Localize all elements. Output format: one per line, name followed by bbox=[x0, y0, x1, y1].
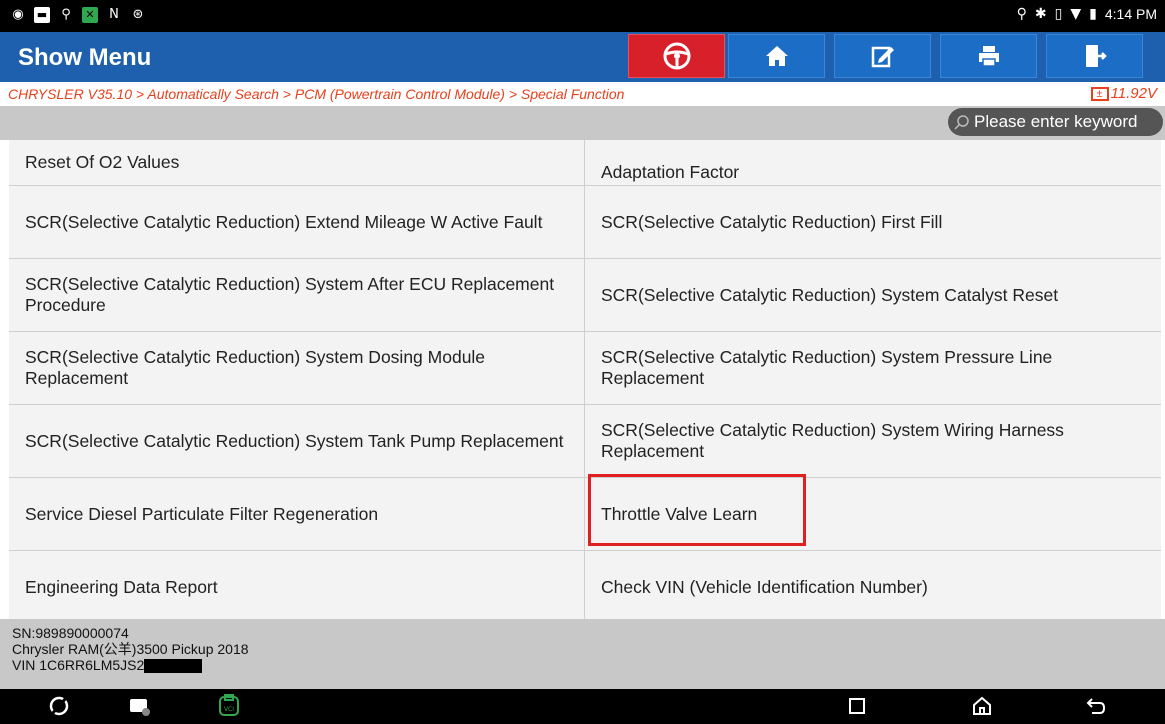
steering-wheel-icon bbox=[663, 42, 690, 70]
menu-row: Reset Of O2 Values Adaptation Factor bbox=[9, 140, 1161, 186]
vehicle-info-bar: SN:989890000074 Chrysler RAM(公羊)3500 Pic… bbox=[0, 619, 1165, 689]
menu-item[interactable]: SCR(Selective Catalytic Reduction) Syste… bbox=[9, 259, 585, 331]
menu-row: Service Diesel Particulate Filter Regene… bbox=[9, 478, 1161, 551]
menu-item[interactable]: SCR(Selective Catalytic Reduction) Syste… bbox=[9, 405, 585, 477]
svg-text:VCI: VCI bbox=[224, 706, 234, 713]
app-notification-icon: ✕ bbox=[82, 7, 98, 23]
vehicle-info: SN:989890000074 Chrysler RAM(公羊)3500 Pic… bbox=[12, 625, 249, 674]
menu-item[interactable]: SCR(Selective Catalytic Reduction) Syste… bbox=[585, 332, 1161, 404]
clock: 4:14 PM bbox=[1104, 6, 1157, 22]
recents-icon[interactable] bbox=[844, 693, 870, 719]
function-menu-grid: Reset Of O2 Values Adaptation Factor SCR… bbox=[9, 140, 1161, 619]
vehicle-model: Chrysler RAM(公羊)3500 Pickup 2018 bbox=[12, 641, 249, 657]
voltage-value: 11.92V bbox=[1110, 85, 1157, 102]
menu-row: Engineering Data Report Check VIN (Vehic… bbox=[9, 551, 1161, 619]
menu-row: SCR(Selective Catalytic Reduction) Syste… bbox=[9, 259, 1161, 332]
menu-row: SCR(Selective Catalytic Reduction) Exten… bbox=[9, 186, 1161, 259]
search-icon bbox=[954, 115, 969, 130]
battery-icon: ▮ bbox=[1089, 6, 1097, 22]
search-input[interactable]: Please enter keyword bbox=[948, 108, 1163, 136]
wifi-icon: ▼ bbox=[1070, 6, 1082, 22]
status-bar: ◉ ▬ ⚲ ✕ N ⊛ ⚲ ✱ ▯ ▼ ▮ 4:14 PM bbox=[0, 0, 1165, 32]
vin: VIN 1C6RR6LM5JS2 bbox=[12, 657, 145, 673]
menu-item[interactable]: SCR(Selective Catalytic Reduction) Exten… bbox=[9, 186, 585, 258]
vci-icon[interactable]: VCI bbox=[216, 693, 242, 719]
usb-icon: ⚲ bbox=[61, 7, 71, 22]
title-bar: Show Menu bbox=[0, 32, 1165, 82]
menu-item[interactable]: Check VIN (Vehicle Identification Number… bbox=[585, 551, 1161, 619]
vibrate-icon: ▯ bbox=[1054, 6, 1063, 22]
vin-line: VIN 1C6RR6LM5JS2 bbox=[12, 657, 249, 674]
menu-item[interactable]: SCR(Selective Catalytic Reduction) Syste… bbox=[9, 332, 585, 404]
gallery-icon[interactable] bbox=[126, 693, 152, 719]
breadcrumb: CHRYSLER V35.10 > Automatically Search >… bbox=[8, 86, 625, 102]
navigation-bar: VCI bbox=[0, 689, 1165, 724]
search-toolbar: Please enter keyword bbox=[0, 106, 1165, 140]
home-nav-icon[interactable] bbox=[969, 693, 995, 719]
edit-icon bbox=[871, 46, 894, 68]
accessibility-icon: ⊛ bbox=[132, 7, 144, 22]
menu-row: SCR(Selective Catalytic Reduction) Syste… bbox=[9, 332, 1161, 405]
breadcrumb-bar: CHRYSLER V35.10 > Automatically Search >… bbox=[0, 82, 1165, 106]
serial-number: SN:989890000074 bbox=[12, 625, 129, 641]
printer-icon bbox=[978, 46, 999, 67]
menu-item[interactable]: SCR(Selective Catalytic Reduction) First… bbox=[585, 186, 1161, 258]
redaction-block bbox=[144, 659, 203, 674]
menu-row: SCR(Selective Catalytic Reduction) Syste… bbox=[9, 405, 1161, 478]
menu-item[interactable]: Engineering Data Report bbox=[9, 551, 585, 619]
menu-item[interactable]: Service Diesel Particulate Filter Regene… bbox=[9, 478, 585, 550]
assistant-icon[interactable] bbox=[46, 693, 72, 719]
home-icon bbox=[765, 46, 788, 66]
chrome-icon: ◉ bbox=[12, 7, 24, 22]
steering-wheel-button[interactable] bbox=[628, 34, 725, 78]
menu-item[interactable]: SCR(Selective Catalytic Reduction) Syste… bbox=[585, 259, 1161, 331]
menu-item[interactable]: Reset Of O2 Values bbox=[9, 140, 585, 185]
home-button[interactable] bbox=[728, 34, 825, 78]
location-icon: ⚲ bbox=[1016, 6, 1027, 22]
print-button[interactable] bbox=[940, 34, 1037, 78]
exit-button[interactable] bbox=[1046, 34, 1143, 78]
back-icon[interactable] bbox=[1083, 693, 1109, 719]
menu-item[interactable]: SCR(Selective Catalytic Reduction) Syste… bbox=[585, 405, 1161, 477]
edit-report-button[interactable] bbox=[834, 34, 931, 78]
battery-voltage: ± 11.92V bbox=[1090, 85, 1157, 102]
bluetooth-icon: ✱ bbox=[1034, 6, 1047, 22]
image-notification-icon: ▬ bbox=[34, 7, 50, 23]
car-battery-icon: ± bbox=[1090, 86, 1109, 101]
exit-door-icon bbox=[1085, 45, 1107, 67]
highlight-box bbox=[588, 474, 806, 546]
system-icons: ⚲ ✱ ▯ ▼ ▮ 4:14 PM bbox=[1017, 6, 1157, 22]
nfc-icon: N bbox=[109, 7, 119, 22]
page-title: Show Menu bbox=[18, 44, 152, 71]
menu-item[interactable]: Adaptation Factor bbox=[585, 140, 1161, 185]
search-placeholder: Please enter keyword bbox=[974, 112, 1138, 131]
notification-icons: ◉ ▬ ⚲ ✕ N ⊛ bbox=[10, 7, 146, 23]
